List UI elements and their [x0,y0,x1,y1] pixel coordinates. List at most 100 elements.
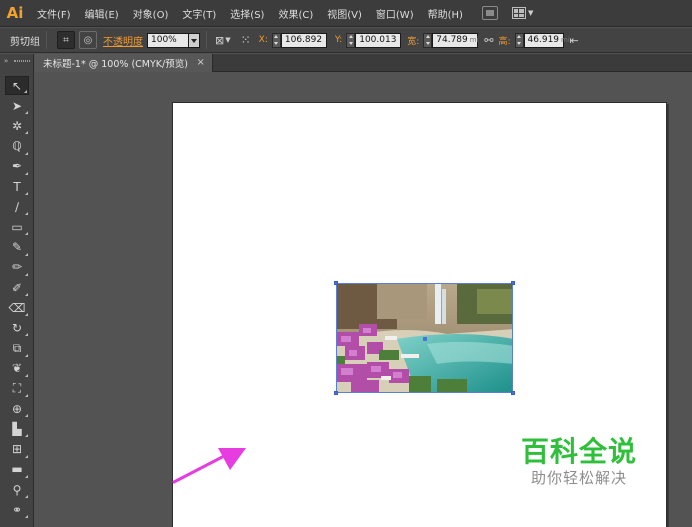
free-transform-tool[interactable]: ⛶ [5,379,29,398]
type-icon: T [13,179,21,194]
selection-type-label: 剪切组 [10,36,40,48]
center-point [423,337,427,341]
menu-file[interactable]: 文件(F) [30,6,78,21]
free-transform-icon: ⛶ [12,381,22,395]
recolor-artwork-icon[interactable]: ⊠ [215,34,224,47]
opacity-label[interactable]: 不透明度 [103,33,143,48]
width-input[interactable]: 74.789 mi [432,32,479,48]
pencil-tool[interactable]: ✏ [5,258,29,277]
eyedropper-tool[interactable]: ⚲ [5,480,29,499]
menu-type[interactable]: 文字(T) [175,6,223,21]
height-stepper[interactable] [514,32,524,48]
graph-icon: ▙ [12,421,22,436]
flyout-indicator [25,454,28,458]
pencil-icon: ✏ [11,260,23,275]
paintbrush-tool[interactable]: ✎ [5,238,29,257]
x-label: X: [258,35,268,45]
flyout-indicator [25,333,28,337]
resize-handle-bottom-left[interactable] [334,391,338,395]
blend-icon: ⚭ [11,502,23,517]
arrange-grid-icon [511,7,526,19]
eraser-tool[interactable]: ⌫ [5,298,29,317]
document-tab[interactable]: 未标题-1* @ 100% (CMYK/预览) × [35,54,213,72]
clip-path-icon: ⌗ [63,34,69,46]
control-bar: 剪切组 ⌗ ◎ 不透明度 100% ⊠ ▼ ⁙ X: 106.892 Y: 10… [0,28,692,53]
resize-handle-top-left[interactable] [334,281,338,285]
selection-tool[interactable]: ↖ [5,76,29,95]
rotate-icon: ↻ [11,320,23,335]
menu-select[interactable]: 选择(S) [223,6,271,21]
edit-contents-button[interactable]: ◎ [79,31,97,49]
flyout-indicator [25,414,28,418]
opacity-input[interactable]: 100% [147,32,189,48]
height-unit: mi [561,35,570,44]
pointer-arrow-annotation [172,448,246,484]
y-stepper[interactable] [346,32,356,48]
scale-tool[interactable]: ⧉ [5,339,29,358]
flyout-indicator [25,373,28,377]
rotate-tool[interactable]: ↻ [5,318,29,337]
type-tool[interactable]: T [5,177,29,196]
shape-builder-tool[interactable]: ⊕ [5,399,29,418]
menu-window[interactable]: 窗口(W) [369,6,421,21]
lasso-tool[interactable]: ℚ [5,137,29,156]
flyout-indicator [25,474,28,478]
menu-edit[interactable]: 编辑(E) [78,6,126,21]
blob-brush-tool[interactable]: ✐ [5,278,29,297]
placed-image[interactable] [336,283,513,393]
mesh-tool[interactable]: ⊞ [5,440,29,459]
width-unit: mi [469,35,479,44]
collapse-panel-icon[interactable]: » [4,57,8,65]
pen-tool[interactable]: ✒ [5,157,29,176]
menu-bar: Ai 文件(F) 编辑(E) 对象(O) 文字(T) 选择(S) 效果(C) 视… [0,0,692,27]
contents-icon: ◎ [83,34,93,46]
transform-panel-icon[interactable]: ⇤ [570,34,579,47]
direct-selection-tool[interactable]: ➤ [5,96,29,115]
height-label: 高: [498,36,511,47]
close-icon[interactable]: × [197,57,205,68]
x-stepper[interactable] [271,32,281,48]
resize-handle-top-right[interactable] [511,281,515,285]
flyout-indicator [25,515,28,519]
magic-wand-tool[interactable]: ✲ [5,116,29,135]
menu-help[interactable]: 帮助(H) [421,6,470,21]
lasso-icon: ℚ [12,139,22,154]
resize-handle-bottom-right[interactable] [511,391,515,395]
watermark-title: 百科全说 [520,435,637,468]
direct-selection-icon: ➤ [11,98,23,113]
menu-effect[interactable]: 效果(C) [271,6,320,21]
warp-tool[interactable]: ❦ [5,359,29,378]
rectangle-tool[interactable]: ▭ [5,217,29,236]
document-tab-title: 未标题-1* @ 100% (CMYK/预览) [43,59,188,70]
chevron-down-icon[interactable]: ▼ [225,36,230,44]
flyout-indicator [25,151,28,155]
menu-object[interactable]: 对象(O) [126,6,176,21]
menu-view[interactable]: 视图(V) [320,6,369,21]
mesh-icon: ⊞ [11,442,23,457]
edit-clipping-path-button[interactable]: ⌗ [57,31,75,49]
gradient-icon: ▬ [11,462,23,477]
flyout-indicator [25,111,28,115]
blob-brush-icon: ✐ [11,280,23,295]
height-value: 46.919 [527,34,560,45]
line-segment-tool[interactable]: ∕ [5,197,29,216]
width-stepper[interactable] [423,32,433,48]
height-input[interactable]: 46.919 mi [523,32,570,48]
watermark-subtitle: 助你轻松解决 [530,469,627,487]
graph-tool[interactable]: ▙ [5,419,29,438]
flyout-indicator [24,90,27,93]
opacity-dropdown[interactable] [189,32,200,48]
bridge-icon[interactable] [481,6,498,20]
toolbar-grip[interactable]: » [4,56,30,66]
pen-icon: ✒ [11,159,23,174]
selection-icon: ↖ [11,78,23,93]
y-input[interactable]: 100.013 [355,32,402,48]
constrain-proportions-icon[interactable]: ⚯ [484,34,493,47]
gradient-tool[interactable]: ▬ [5,460,29,479]
app-logo: Ai [6,4,24,22]
arrange-documents-button[interactable]: ▼ [511,7,533,19]
reference-point-icon[interactable]: ⁙ [241,33,251,47]
x-input[interactable]: 106.892 [280,32,327,48]
blend-tool[interactable]: ⚭ [5,500,29,519]
flyout-indicator [25,252,28,256]
